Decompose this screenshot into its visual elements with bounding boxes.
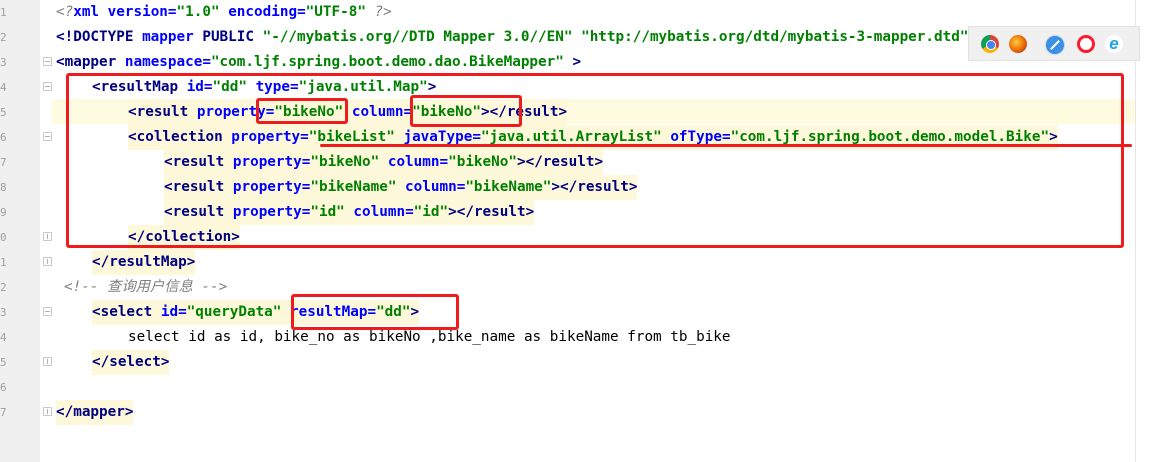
code-token: < <box>92 304 101 320</box>
line-number: 7 <box>0 156 7 169</box>
code-token: > <box>186 254 196 270</box>
code-line: <!DOCTYPE mapper PUBLIC "-//mybatis.org/… <box>56 25 977 50</box>
code-token: = <box>202 54 211 70</box>
code-comment: <!-- 查询用户信息 --> <box>64 279 228 295</box>
line-number: 6 <box>0 131 7 144</box>
code-token: </ <box>92 254 110 270</box>
line-number: 2 <box>0 281 7 294</box>
fold-toggle-icon[interactable] <box>43 132 52 141</box>
annotation-box-property <box>256 98 348 124</box>
code-token: PUBLIC <box>193 29 263 45</box>
code-token: "queryData" <box>186 304 282 320</box>
sql-text: select id as id, bike_no as bikeNo ,bike… <box>128 329 731 345</box>
fold-toggle-icon[interactable] <box>43 407 52 416</box>
line-number: 3 <box>0 56 7 69</box>
fold-toggle-icon[interactable] <box>43 357 52 366</box>
line-number: 5 <box>0 106 7 119</box>
code-token: "UTF-8" <box>305 4 366 20</box>
opera-icon[interactable] <box>1077 35 1095 53</box>
fold-toggle-icon[interactable] <box>43 57 52 66</box>
code-token: version <box>107 4 168 20</box>
annotation-box-column <box>410 95 522 127</box>
annotation-box-resultmap <box>66 73 1124 248</box>
code-token: mapper <box>142 29 194 45</box>
fold-strip <box>40 0 52 462</box>
code-editor[interactable]: 1 2 3 4 5 6 7 8 9 0 1 2 3 4 5 6 7 <?xml … <box>0 0 1149 462</box>
annotation-strike-line <box>320 144 1132 147</box>
chrome-icon[interactable] <box>981 35 999 53</box>
code-token: mapper <box>64 54 117 70</box>
code-token: </ <box>92 354 110 370</box>
code-token: < <box>56 54 65 70</box>
code-token: = <box>178 304 187 320</box>
code-token: "1.0" <box>176 4 220 20</box>
code-token: <? <box>56 4 74 20</box>
line-number: 7 <box>0 406 7 419</box>
code-line: <!-- 查询用户信息 --> <box>64 275 227 300</box>
fold-toggle-icon[interactable] <box>43 257 52 266</box>
code-line: </resultMap> <box>92 250 196 275</box>
browser-icon-strip: e <box>968 26 1140 61</box>
code-token: select <box>100 304 153 320</box>
line-number: 4 <box>0 81 7 94</box>
fold-toggle-icon[interactable] <box>43 232 52 241</box>
code-token: = <box>167 4 177 20</box>
code-line: </select> <box>92 350 170 375</box>
code-token: namespace <box>124 54 203 70</box>
line-number: 4 <box>0 331 7 344</box>
safari-icon[interactable] <box>1045 35 1065 55</box>
line-number: 1 <box>0 256 7 269</box>
annotation-box-resultmap-ref <box>291 294 459 330</box>
line-number: 1 <box>0 6 7 19</box>
code-token: "com.ljf.spring.boot.demo.dao.BikeMapper… <box>210 54 564 70</box>
code-token: = <box>297 4 306 20</box>
code-token: </ <box>56 404 74 420</box>
code-token: id <box>160 304 179 320</box>
line-number: 2 <box>0 31 7 44</box>
firefox-icon[interactable] <box>1009 35 1027 53</box>
code-token: > <box>563 54 582 70</box>
code-token: > <box>160 354 170 370</box>
code-line: <?xml version="1.0" encoding="UTF-8" ?> <box>56 0 392 25</box>
code-token: > <box>124 404 134 420</box>
right-margin-guide <box>1135 0 1136 462</box>
code-token: ?> <box>365 4 392 20</box>
line-number: 6 <box>0 381 7 394</box>
line-number: 0 <box>0 231 7 244</box>
line-number: 8 <box>0 181 7 194</box>
code-token: encoding <box>228 4 298 20</box>
fold-toggle-icon[interactable] <box>43 307 52 316</box>
fold-toggle-icon[interactable] <box>43 82 52 91</box>
line-number: 5 <box>0 356 7 369</box>
line-number: 9 <box>0 206 7 219</box>
line-number: 3 <box>0 306 7 319</box>
ie-icon[interactable]: e <box>1105 35 1123 53</box>
line-number-gutter: 1 2 3 4 5 6 7 8 9 0 1 2 3 4 5 6 7 <box>0 0 40 462</box>
code-token: xml <box>73 4 108 20</box>
code-line: </mapper> <box>56 400 134 425</box>
code-line: <mapper namespace="com.ljf.spring.boot.d… <box>56 50 581 75</box>
code-token: resultMap <box>109 254 187 270</box>
code-token: "-//mybatis.org//DTD Mapper 3.0//EN" <box>262 29 573 45</box>
code-token: <!DOCTYPE <box>56 29 143 45</box>
code-token: "http://mybatis.org/dtd/mybatis-3-mapper… <box>581 29 969 45</box>
code-token: mapper <box>73 404 125 420</box>
code-token: select <box>109 354 161 370</box>
